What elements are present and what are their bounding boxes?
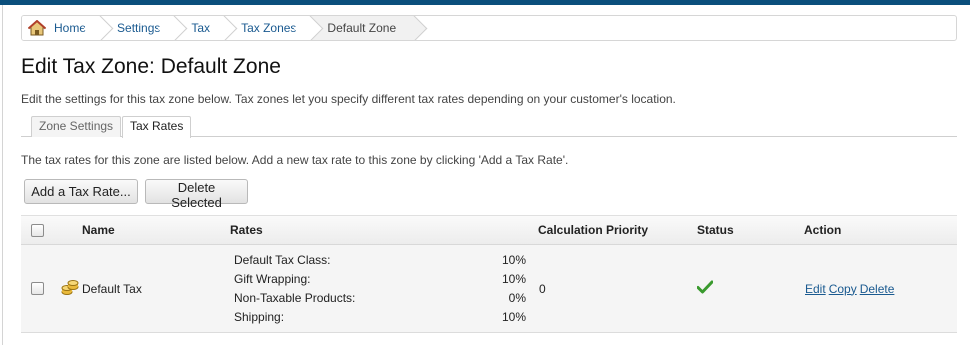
row-name: Default Tax: [82, 281, 142, 296]
rate-line: Shipping: 10%: [234, 308, 526, 327]
header-rates: Rates: [230, 215, 538, 245]
home-icon: [27, 19, 47, 36]
checkmark-icon: [696, 280, 714, 297]
top-accent-bar: [0, 0, 970, 5]
rate-label: Gift Wrapping:: [234, 271, 311, 286]
breadcrumb-current: Default Zone: [310, 16, 415, 40]
rate-label: Default Tax Class:: [234, 252, 331, 267]
row-checkbox[interactable]: [31, 282, 44, 295]
row-priority: 0: [539, 281, 546, 296]
tax-rates-table: Name Rates Calculation Priority Status A…: [21, 215, 957, 333]
rate-label: Non-Taxable Products:: [234, 290, 356, 305]
rate-value: 10%: [501, 271, 526, 286]
rates-list: Default Tax Class: 10% Gift Wrapping: 10…: [234, 251, 538, 327]
tab-zone-settings[interactable]: Zone Settings: [31, 116, 122, 137]
header-action: Action: [804, 215, 957, 245]
breadcrumb-home-label: Home: [54, 21, 87, 35]
breadcrumb: Home Settings Tax Tax Zones Default Zone: [21, 15, 957, 41]
delete-selected-button[interactable]: Delete Selected: [145, 179, 248, 210]
row-rates: Default Tax Class: 10% Gift Wrapping: 10…: [230, 245, 538, 333]
row-status: [696, 245, 804, 333]
page-title: Edit Tax Zone: Default Zone: [21, 55, 281, 78]
tax-coins-icon: [61, 278, 79, 299]
header-name: Name: [82, 215, 230, 245]
rate-line: Non-Taxable Products: 0%: [234, 289, 526, 308]
select-all-checkbox[interactable]: [31, 224, 44, 238]
rate-line: Gift Wrapping: 10%: [234, 270, 526, 289]
header-priority: Calculation Priority: [538, 215, 697, 245]
table-row: Default Tax Default Tax Class: 10% Gift …: [21, 244, 957, 333]
delete-link[interactable]: Delete: [860, 282, 895, 296]
left-border: [2, 5, 3, 345]
page-intro: Edit the settings for this tax zone belo…: [21, 92, 676, 106]
rate-label: Shipping:: [234, 309, 285, 324]
add-tax-rate-button[interactable]: Add a Tax Rate...: [24, 179, 138, 204]
rate-value: 0%: [508, 290, 526, 305]
rates-description: The tax rates for this zone are listed b…: [21, 153, 569, 167]
table-header-row: Name Rates Calculation Priority Status A…: [21, 215, 957, 245]
copy-link[interactable]: Copy: [829, 282, 857, 296]
header-select-cell: [21, 215, 82, 245]
row-actions: Edit Copy Delete: [804, 245, 957, 333]
tab-bar: Zone Settings Tax Rates: [21, 116, 957, 138]
row-select-cell: [21, 245, 82, 333]
rate-value: 10%: [501, 309, 526, 324]
breadcrumb-home[interactable]: Home: [22, 16, 101, 40]
edit-link[interactable]: Edit: [805, 282, 826, 296]
tab-tax-rates[interactable]: Tax Rates: [122, 116, 192, 138]
rate-line: Default Tax Class: 10%: [234, 251, 526, 270]
rate-value: 10%: [501, 252, 526, 267]
header-status: Status: [697, 215, 804, 245]
